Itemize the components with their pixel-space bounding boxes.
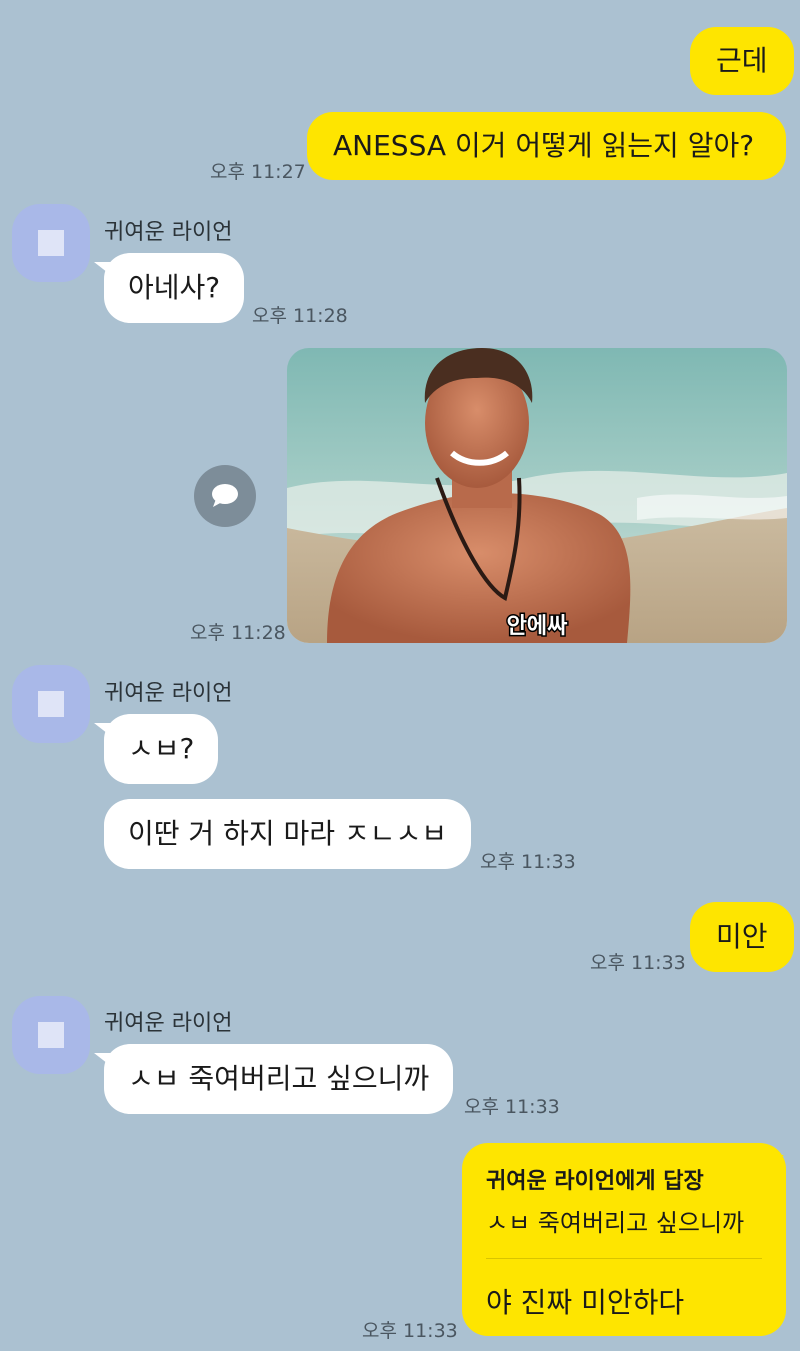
sender-name: 귀여운 라이언 — [104, 681, 233, 706]
message-time: 오후 11:33 — [362, 1320, 458, 1342]
bubble-tail — [94, 723, 112, 737]
sender-name: 귀여운 라이언 — [104, 1011, 233, 1036]
avatar[interactable] — [12, 665, 90, 743]
avatar-placeholder-icon — [38, 230, 64, 256]
avatar-placeholder-icon — [38, 691, 64, 717]
divider — [486, 1258, 762, 1259]
share-button[interactable] — [194, 465, 256, 527]
quoted-message[interactable]: ㅅㅂ 죽여버리고 싶으니까 — [486, 1203, 744, 1238]
my-message-bubble[interactable]: ANESSA 이거 어떻게 읽는지 알아? — [307, 112, 786, 180]
message-text: 이딴 거 하지 마라 ㅈㄴㅅㅂ — [128, 817, 447, 850]
message-text: 근데 — [716, 44, 768, 77]
message-text: 야 진짜 미안하다 — [486, 1286, 685, 1319]
friend-message-bubble[interactable]: ㅅㅂ 죽여버리고 싶으니까 — [104, 1044, 454, 1114]
bubble-tail — [766, 1155, 784, 1169]
bubble-tail — [768, 38, 786, 52]
reply-message-bubble[interactable]: 귀여운 라이언에게 답장 ㅅㅂ 죽여버리고 싶으니까 야 진짜 미안하다 — [462, 1143, 786, 1336]
avatar[interactable] — [12, 996, 90, 1074]
bubble-tail — [94, 1053, 112, 1067]
avatar[interactable] — [12, 204, 90, 282]
friend-message-bubble[interactable]: 이딴 거 하지 마라 ㅈㄴㅅㅂ — [104, 799, 471, 869]
beach-photo: 안에싸 — [287, 348, 787, 643]
message-text: 아네사? — [128, 271, 221, 304]
message-text: ㅅㅂ? — [128, 732, 195, 765]
message-time: 오후 11:33 — [590, 952, 686, 974]
message-text: ANESSA 이거 어떻게 읽는지 알아? — [333, 129, 755, 162]
bubble-tail — [94, 262, 112, 276]
message-text: 미안 — [716, 920, 768, 953]
friend-message-bubble[interactable]: ㅅㅂ? — [104, 714, 219, 784]
message-text: ㅅㅂ 죽여버리고 싶으니까 — [128, 1062, 430, 1095]
friend-message-bubble[interactable]: 아네사? — [104, 253, 245, 323]
sender-name: 귀여운 라이언 — [104, 220, 233, 245]
message-time: 오후 11:33 — [480, 851, 576, 873]
photo-message[interactable]: 안에싸 — [287, 348, 787, 643]
message-time: 오후 11:28 — [252, 305, 348, 327]
message-time: 오후 11:27 — [210, 161, 306, 183]
speech-bubble-icon — [212, 484, 238, 507]
message-time: 오후 11:28 — [190, 622, 286, 644]
bubble-tail — [768, 913, 786, 927]
message-time: 오후 11:33 — [464, 1096, 560, 1118]
photo-caption: 안에싸 — [507, 614, 568, 639]
reply-target-title: 귀여운 라이언에게 답장 — [486, 1169, 704, 1194]
avatar-placeholder-icon — [38, 1022, 64, 1048]
